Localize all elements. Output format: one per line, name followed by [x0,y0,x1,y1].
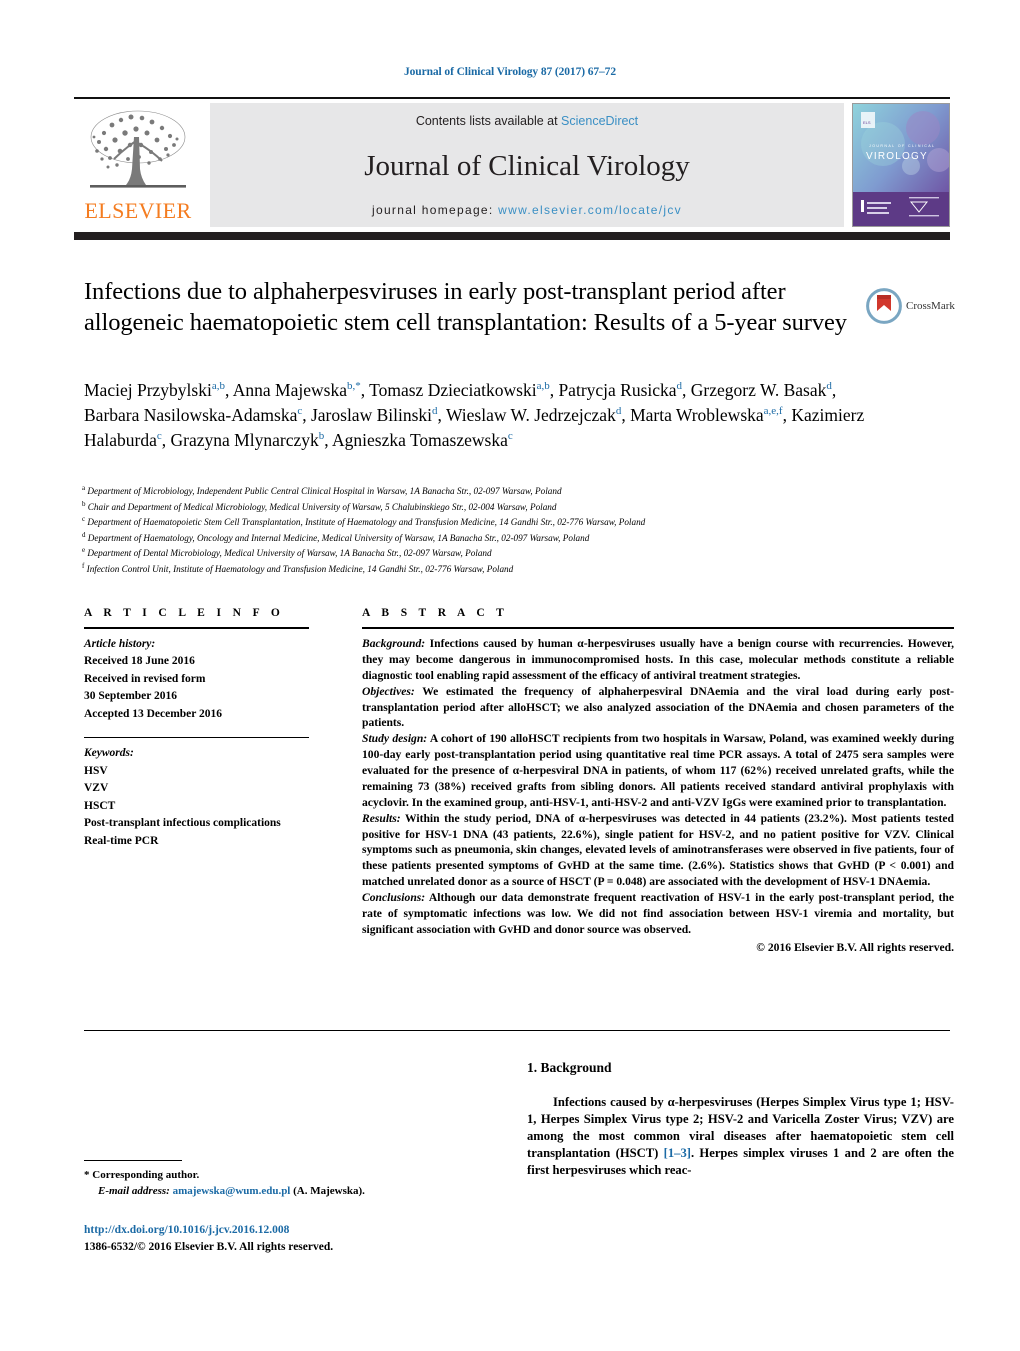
elsevier-logo: ELSEVIER [74,103,202,227]
article-info-rule [84,627,309,629]
svg-text:VIROLOGY: VIROLOGY [866,151,928,162]
journal-band: Contents lists available at ScienceDirec… [210,103,844,227]
abstract-section: Study design: A cohort of 190 alloHSCT r… [362,732,954,809]
masthead-bottom-rule [74,232,950,240]
keyword-item: HSCT [84,799,116,812]
history-item: 30 September 2016 [84,690,178,703]
elsevier-wordmark: ELSEVIER [84,198,192,223]
abstract-section: Results: Within the study period, DNA of… [362,811,954,889]
keyword-item: VZV [84,782,109,795]
abstract-section: Conclusions: Although our data demonstra… [362,891,954,936]
affiliation-item: f Infection Control Unit, Institute of H… [82,561,514,575]
affiliation-list: a Department of Microbiology, Independen… [82,483,902,577]
abstract-rule [362,627,954,629]
keywords-label: Keywords: [84,747,134,760]
abstract-column: A B S T R A C T Background: Infections c… [362,607,954,954]
contents-prefix: Contents lists available at [415,114,562,128]
background-paragraph: Infections caused by α-herpesviruses (He… [527,1094,954,1178]
affiliation-marker: e [82,546,86,555]
abstract-section-lead: Study design: [362,732,428,746]
crossmark-label: CrossMark [906,300,955,312]
contents-lists-line: Contents lists available at ScienceDirec… [220,114,834,128]
affiliation-item: d Department of Haematology, Oncology an… [82,530,590,543]
affiliation-item: e Department of Dental Microbiology, Med… [82,546,492,559]
abstract-section: Background: Infections caused by human α… [362,637,954,682]
abstract-heading: A B S T R A C T [362,607,509,619]
abstract-copyright: © 2016 Elsevier B.V. All rights reserved… [756,940,954,954]
crossmark-icon [866,288,902,324]
crossmark-badge[interactable]: CrossMark [866,288,955,324]
background-section: 1. Background Infections caused by α-her… [527,1060,954,1178]
article-info-heading: A R T I C L E I N F O [84,607,285,619]
section-divider-rule [84,1030,950,1031]
abstract-section-lead: Conclusions: [362,891,426,904]
keywords-rule [84,737,309,739]
corresponding-marker: * [84,1169,90,1181]
keyword-item: Post-transplant infectious complications [84,817,281,830]
running-head: Journal of Clinical Virology 87 (2017) 6… [404,66,616,78]
page-title: Infections due to alphaherpesviruses in … [84,278,847,336]
citation-link[interactable]: [1–3] [664,1146,691,1160]
journal-homepage-line: journal homepage: www.elsevier.com/locat… [220,203,834,217]
journal-homepage-link[interactable]: www.elsevier.com/locate/jcv [498,203,682,217]
affiliation-item: a Department of Microbiology, Independen… [82,484,562,497]
article-history-list: Received 18 June 2016 Received in revise… [84,653,309,723]
affiliation-marker: b [82,499,86,508]
title-block: Infections due to alphaherpesviruses in … [84,277,854,339]
email-link[interactable]: amajewska@wum.edu.pl [173,1185,291,1197]
svg-text:ELS: ELS [863,120,871,125]
corresponding-line: * Corresponding author. [84,1168,504,1184]
email-line: E-mail address: amajewska@wum.edu.pl (A.… [84,1184,504,1200]
keyword-item: Real-time PCR [84,834,159,847]
issn-copyright: 1386-6532/© 2016 Elsevier B.V. All right… [84,1241,334,1254]
keywords-list: HSV VZV HSCT Post-transplant infectious … [84,763,309,850]
doi-link[interactable]: http://dx.doi.org/10.1016/j.jcv.2016.12.… [84,1222,514,1239]
doi-block: http://dx.doi.org/10.1016/j.jcv.2016.12.… [84,1222,514,1257]
history-item: Received in revised form [84,672,206,685]
abstract-section-lead: Background: [362,637,426,650]
abstract-section: Objectives: We estimated the frequency o… [362,684,954,730]
sciencedirect-link[interactable]: ScienceDirect [561,114,638,128]
article-page: Journal of Clinical Virology 87 (2017) 6… [0,0,1020,1351]
email-owner: (A. Majewska). [293,1184,365,1197]
journal-cover-thumbnail: ELS JOURNAL OF CLINICAL VIROLOGY [852,103,950,227]
abstract-section-lead: Objectives: [362,684,415,698]
svg-text:JOURNAL OF CLINICAL: JOURNAL OF CLINICAL [869,144,935,148]
affiliation-marker: c [82,515,86,524]
article-info-column: A R T I C L E I N F O Article history: R… [84,607,309,850]
abstract-body: Background: Infections caused by human α… [362,636,954,938]
corresponding-label: Corresponding author. [92,1169,200,1181]
elsevier-tree-icon [90,110,186,188]
cover-art: ELS JOURNAL OF CLINICAL VIROLOGY [853,104,949,226]
corresponding-author-note: * Corresponding author. E-mail address: … [84,1168,504,1200]
history-item: Accepted 13 December 2016 [84,707,223,720]
abstract-section-lead: Results: [362,811,401,825]
history-item: Received 18 June 2016 [84,655,195,668]
author-list: Maciej Przybylskia,b, Anna Majewskab,*, … [84,380,865,450]
journal-masthead: ELSEVIER Contents lists available at Sci… [74,97,950,227]
email-label: E-mail address: [98,1184,170,1197]
footnote-rule [84,1160,182,1161]
affiliation-item: b Chair and Department of Medical Microb… [82,499,557,512]
journal-title: Journal of Clinical Virology [364,150,690,182]
homepage-prefix: journal homepage: [372,203,499,217]
affiliation-marker: a [82,484,86,492]
affiliation-marker: d [82,530,86,539]
affiliation-marker: f [82,561,85,570]
affiliation-item: c Department of Haematopoietic Stem Cell… [82,515,646,528]
article-history-label: Article history: [84,638,156,650]
background-heading: 1. Background [527,1060,612,1075]
keyword-item: HSV [84,764,108,777]
